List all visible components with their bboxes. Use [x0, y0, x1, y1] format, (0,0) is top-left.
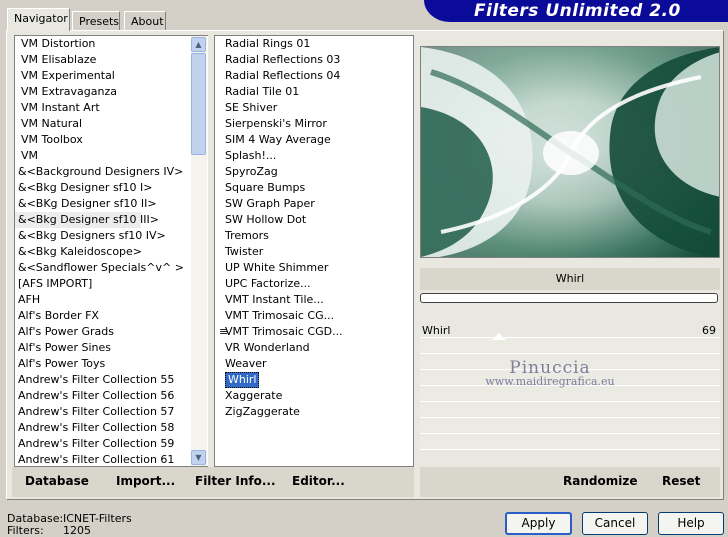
filter-item[interactable]: SW Graph Paper: [223, 196, 413, 212]
category-item[interactable]: [AFS IMPORT]: [15, 276, 208, 292]
progress-bar: [420, 293, 718, 303]
app-title: Filters Unlimited 2.0: [474, 1, 681, 21]
parameter-value: 69: [702, 324, 716, 337]
filter-item-label[interactable]: Whirl: [225, 372, 260, 388]
parameter-row[interactable]: [420, 370, 720, 386]
category-item[interactable]: AFH: [15, 292, 208, 308]
category-item[interactable]: Alf's Border FX: [15, 308, 208, 324]
filter-item[interactable]: Radial Reflections 04: [223, 68, 413, 84]
category-item[interactable]: VM Experimental: [15, 68, 208, 84]
category-item[interactable]: &<Bkg Designer sf10 III>: [15, 212, 159, 228]
right-toolbar: Randomize Reset: [420, 467, 720, 497]
filter-list[interactable]: Radial Rings 01 Radial Reflections 03 Radi…: [214, 35, 414, 467]
filter-info-button[interactable]: Filter Info...: [195, 474, 276, 488]
tab-about[interactable]: About: [124, 11, 166, 31]
filter-item[interactable]: UPC Factorize...: [223, 276, 413, 292]
filter-item[interactable]: Whirl: [223, 372, 413, 388]
category-item[interactable]: Andrew's Filter Collection 56: [15, 388, 208, 404]
filters-label: Filters:: [7, 524, 44, 537]
parameter-row[interactable]: [420, 386, 720, 402]
filter-item[interactable]: Radial Reflections 03: [223, 52, 413, 68]
filter-item[interactable]: Splash!...: [223, 148, 413, 164]
filter-item[interactable]: Radial Tile 01: [223, 84, 413, 100]
drag-handle-icon: ≡: [219, 325, 229, 338]
category-item[interactable]: Alf's Power Toys: [15, 356, 208, 372]
scroll-down-icon[interactable]: ▼: [191, 450, 206, 465]
parameter-row[interactable]: Whirl 69: [420, 322, 720, 338]
category-item[interactable]: VM Natural: [15, 116, 208, 132]
category-item[interactable]: Andrew's Filter Collection 59: [15, 436, 208, 452]
category-item[interactable]: &<Bkg Kaleidoscope>: [15, 244, 208, 260]
filters-count: 1205: [63, 524, 91, 537]
scroll-thumb[interactable]: [191, 53, 206, 155]
filter-item[interactable]: SE Shiver: [223, 100, 413, 116]
category-item[interactable]: VM Toolbox: [15, 132, 208, 148]
database-button[interactable]: Database: [25, 474, 89, 488]
slider-pointer-icon[interactable]: [492, 333, 506, 340]
category-item[interactable]: &<Sandflower Specials^v^ >: [15, 260, 208, 276]
filter-item[interactable]: Twister: [223, 244, 413, 260]
category-list[interactable]: VM Distortion VM Elisablaze VM Experimenta…: [14, 35, 208, 467]
filter-item[interactable]: SIM 4 Way Average: [223, 132, 413, 148]
category-item[interactable]: VM Extravaganza: [15, 84, 208, 100]
category-item[interactable]: Andrew's Filter Collection 57: [15, 404, 208, 420]
reset-button[interactable]: Reset: [662, 474, 700, 488]
selected-filter-label: Whirl: [420, 268, 720, 290]
filter-item[interactable]: SW Hollow Dot: [223, 212, 413, 228]
parameter-row[interactable]: [420, 434, 720, 450]
category-item[interactable]: Andrew's Filter Collection 58: [15, 420, 208, 436]
filter-item[interactable]: UP White Shimmer: [223, 260, 413, 276]
category-item[interactable]: Alf's Power Sines: [15, 340, 208, 356]
parameter-row[interactable]: [420, 418, 720, 434]
editor-button[interactable]: Editor...: [292, 474, 345, 488]
category-item[interactable]: VM: [15, 148, 208, 164]
app-banner: Filters Unlimited 2.0: [424, 0, 728, 22]
scroll-up-icon[interactable]: ▲: [191, 37, 206, 52]
filter-item[interactable]: VR Wonderland: [223, 340, 413, 356]
category-item[interactable]: &<BKg Designer sf10 II>: [15, 196, 208, 212]
category-item[interactable]: Andrew's Filter Collection 61: [15, 452, 208, 466]
filter-item[interactable]: ZigZaggerate: [223, 404, 413, 420]
help-button[interactable]: Help: [658, 512, 724, 535]
filter-item[interactable]: VMT Instant Tile...: [223, 292, 413, 308]
parameter-row[interactable]: [420, 402, 720, 418]
category-item[interactable]: Alf's Power Grads: [15, 324, 208, 340]
tab-navigator[interactable]: Navigator: [7, 8, 70, 31]
cancel-button[interactable]: Cancel: [582, 512, 648, 535]
category-item[interactable]: Andrew's Filter Collection 55: [15, 372, 208, 388]
tab-presets[interactable]: Presets: [72, 11, 120, 31]
apply-button[interactable]: Apply: [505, 512, 572, 535]
parameter-label: Whirl: [422, 324, 451, 337]
category-item[interactable]: &<Background Designers IV>: [15, 164, 208, 180]
filter-item[interactable]: SpyroZag: [223, 164, 413, 180]
randomize-button[interactable]: Randomize: [563, 474, 637, 488]
left-toolbar: Database Import... Filter Info... Editor…: [12, 467, 414, 497]
category-item[interactable]: VM Distortion: [15, 36, 208, 52]
category-item[interactable]: &<Bkg Designer sf10 I>: [15, 180, 208, 196]
filter-item[interactable]: Weaver: [223, 356, 413, 372]
filter-item[interactable]: Radial Rings 01: [223, 36, 413, 52]
filter-item[interactable]: Tremors: [223, 228, 413, 244]
filter-item[interactable]: Square Bumps: [223, 180, 413, 196]
category-item[interactable]: VM Instant Art: [15, 100, 208, 116]
category-item[interactable]: VM Elisablaze: [15, 52, 208, 68]
filter-item[interactable]: ≡VMT Trimosaic CGD...: [219, 324, 413, 340]
parameter-list[interactable]: Whirl 69: [420, 322, 720, 466]
parameter-row[interactable]: [420, 338, 720, 354]
filter-item[interactable]: Sierpenski's Mirror: [223, 116, 413, 132]
filter-item[interactable]: VMT Trimosaic CG...: [223, 308, 413, 324]
category-item[interactable]: &<Bkg Designers sf10 IV>: [15, 228, 208, 244]
category-scrollbar[interactable]: ▲ ▼: [191, 36, 207, 466]
preview-image: [420, 46, 720, 258]
parameter-row[interactable]: [420, 354, 720, 370]
import-button[interactable]: Import...: [116, 474, 175, 488]
filter-item[interactable]: Xaggerate: [223, 388, 413, 404]
